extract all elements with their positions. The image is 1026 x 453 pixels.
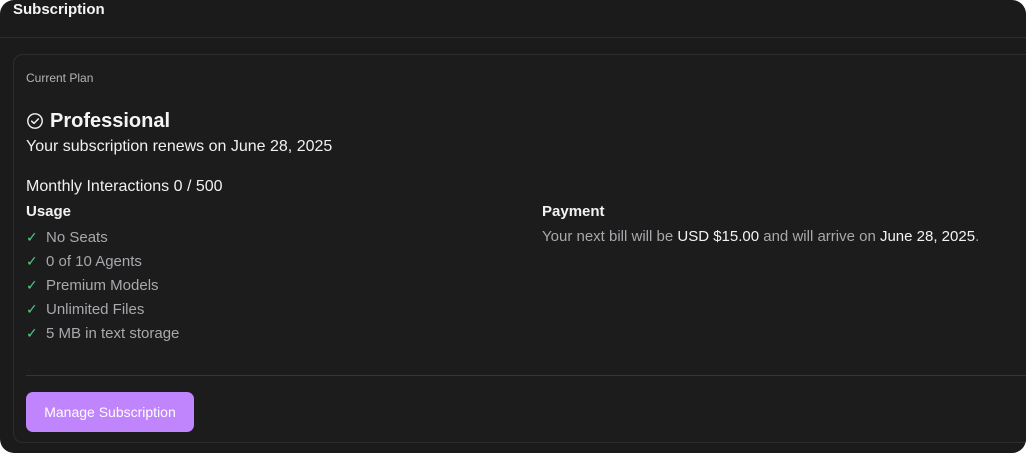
check-icon: ✓	[26, 276, 38, 293]
check-icon: ✓	[26, 324, 38, 341]
plan-name: Professional	[50, 110, 171, 132]
usage-item: ✓ 5 MB in text storage	[26, 321, 179, 345]
payment-title: Payment	[542, 203, 605, 220]
usage-item-label: 0 of 10 Agents	[46, 252, 142, 270]
check-circle-icon	[27, 113, 43, 129]
check-icon: ✓	[26, 228, 38, 245]
manage-subscription-button[interactable]: Manage Subscription	[26, 392, 194, 432]
renewal-text: Your subscription renews on June 28, 202…	[26, 138, 333, 155]
payment-amount: USD $15.00	[677, 228, 760, 245]
payment-details: Your next bill will be USD $15.00 and wi…	[542, 225, 979, 249]
divider	[26, 375, 1026, 376]
usage-item: ✓ Premium Models	[26, 273, 179, 297]
payment-section: Payment Your next bill will be USD $15.0…	[542, 202, 979, 249]
usage-item-label: Unlimited Files	[46, 300, 145, 318]
current-plan-label: Current Plan	[26, 71, 94, 85]
usage-title: Usage	[26, 203, 72, 220]
usage-item-label: Premium Models	[46, 276, 159, 294]
usage-list: ✓ No Seats ✓ 0 of 10 Agents ✓ Premium Model…	[26, 225, 179, 345]
payment-prefix: Your next bill will be	[542, 228, 678, 245]
usage-section: Usage ✓ No Seats ✓ 0 of 10 Agents ✓ Premium…	[26, 202, 179, 345]
page-title: Subscription	[13, 1, 105, 18]
plan-name-row: Professional	[26, 110, 170, 132]
check-icon: ✓	[26, 300, 38, 317]
usage-item-label: 5 MB in text storage	[46, 324, 180, 342]
check-icon: ✓	[26, 252, 38, 269]
payment-date: June 28, 2025	[879, 228, 976, 245]
usage-item: ✓ No Seats	[26, 225, 179, 249]
payment-suffix: .	[975, 228, 980, 245]
monthly-interactions: Monthly Interactions 0 / 500	[26, 178, 223, 195]
usage-item: ✓ 0 of 10 Agents	[26, 249, 179, 273]
usage-item: ✓ Unlimited Files	[26, 297, 179, 321]
payment-middle: and will arrive on	[759, 228, 880, 245]
header: Subscription	[0, 0, 1026, 38]
subscription-window: Subscription Current Plan Professional Y…	[0, 0, 1026, 453]
usage-item-label: No Seats	[46, 228, 108, 246]
current-plan-card: Current Plan Professional Your subscript…	[13, 54, 1026, 443]
